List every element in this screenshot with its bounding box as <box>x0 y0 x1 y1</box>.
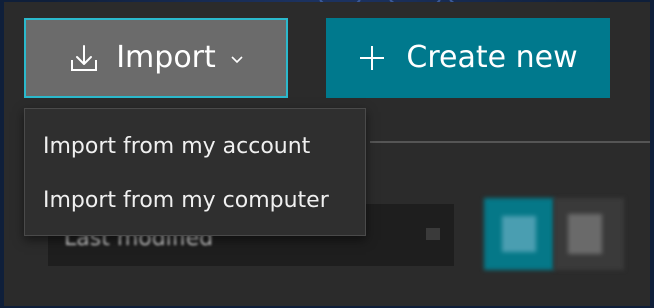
download-tray-icon <box>68 42 100 74</box>
chevron-down-icon <box>230 55 244 65</box>
grid-view-button[interactable] <box>484 198 554 270</box>
header-divider <box>370 141 650 143</box>
import-button-label: Import <box>116 40 216 75</box>
menu-item-import-from-computer[interactable]: Import from my computer <box>25 173 365 227</box>
list-view-icon <box>568 214 602 254</box>
create-new-button-label: Create new <box>406 40 578 75</box>
plus-icon <box>358 44 386 72</box>
menu-item-import-from-account[interactable]: Import from my account <box>25 119 365 173</box>
view-toggle <box>484 198 624 270</box>
grid-view-icon <box>502 216 536 252</box>
create-new-button[interactable]: Create new <box>326 18 610 98</box>
list-view-button[interactable] <box>554 198 624 270</box>
import-button[interactable]: Import <box>24 18 288 98</box>
import-dropdown-menu: Import from my account Import from my co… <box>24 108 366 236</box>
caret-down-icon <box>426 228 440 240</box>
